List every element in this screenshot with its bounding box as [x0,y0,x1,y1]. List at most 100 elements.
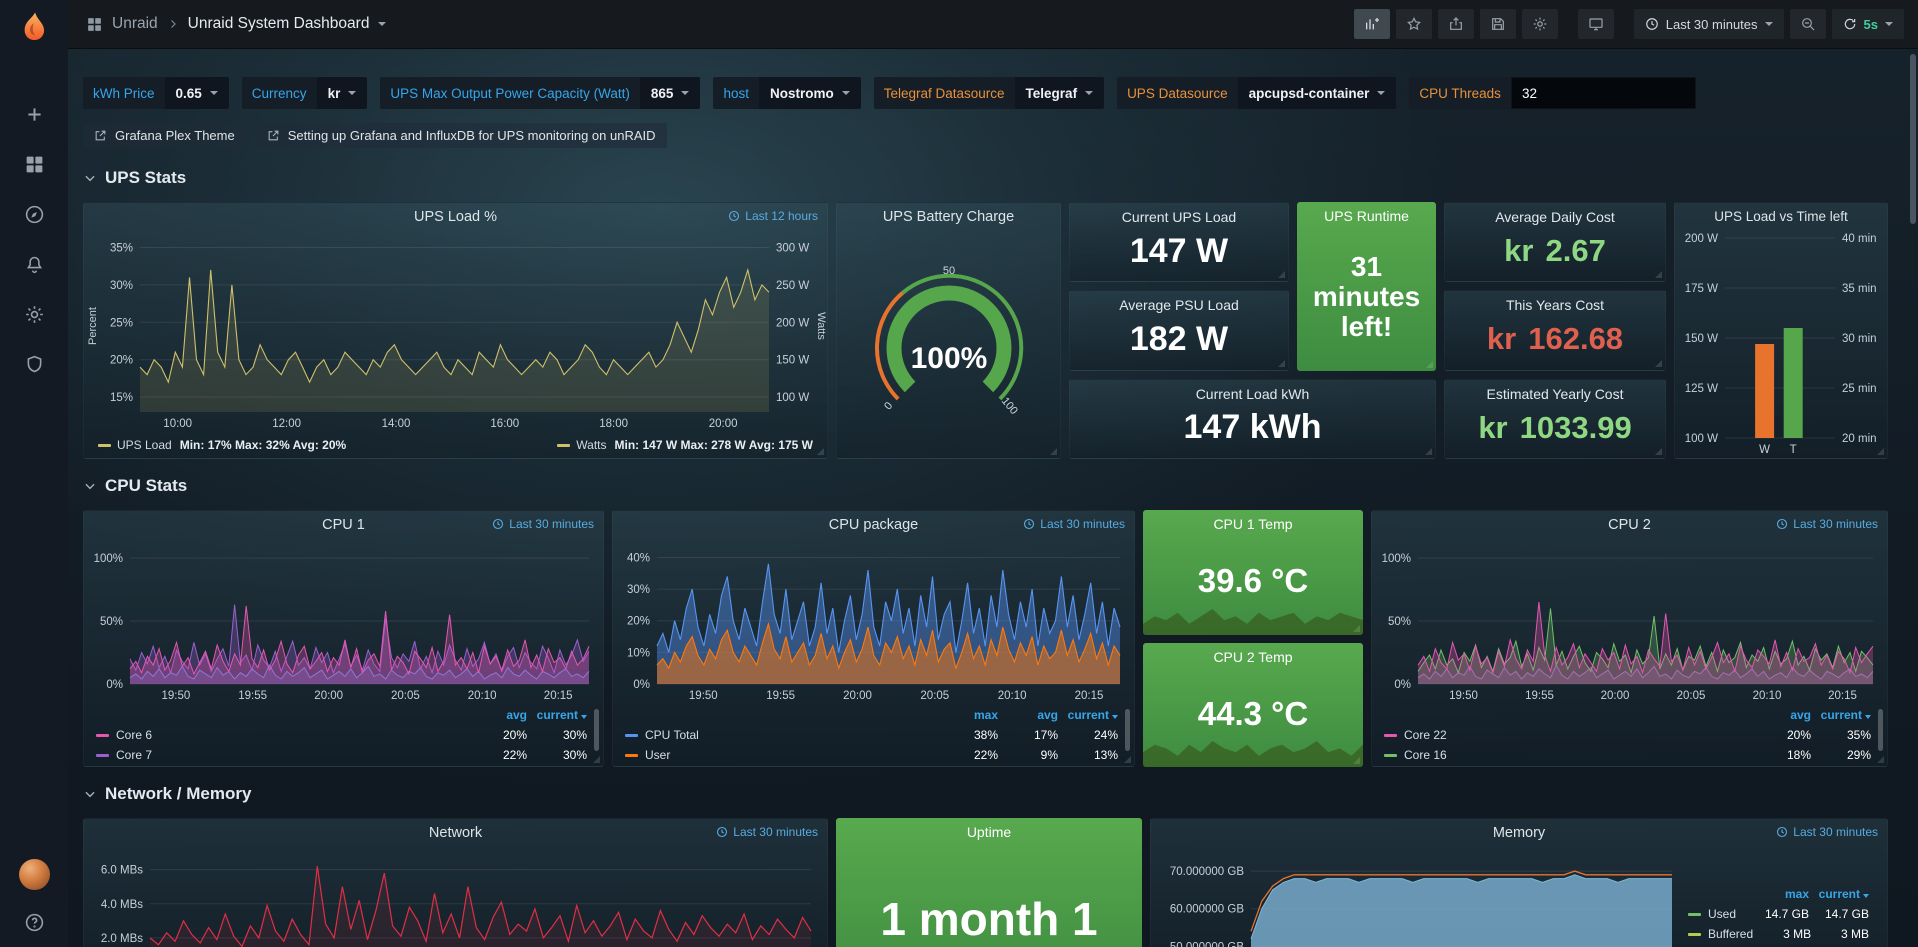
stat-title[interactable]: CPU 2 Temp [1143,649,1363,665]
cpu2-legend: avgcurrentCore 2220%35%Core 1618%29% [1372,704,1887,766]
star-button[interactable] [1396,9,1432,39]
stat-title[interactable]: Average PSU Load [1070,297,1288,313]
cpu2-chart[interactable]: 0%50%100%19:5019:5520:0020:0520:1020:15 [1372,538,1887,704]
variable-kwh-price-value[interactable]: 0.65 [165,77,229,109]
legend-column-current[interactable]: current [1809,887,1869,901]
panel-title[interactable]: Network [429,825,482,841]
legend-column-current[interactable]: current [1811,708,1871,722]
cpu-package-chart[interactable]: 0%10%20%30%40%19:5019:5520:0020:0520:102… [613,538,1134,704]
panel-title[interactable]: CPU package [829,517,918,533]
stat-title[interactable]: CPU 1 Temp [1143,516,1363,532]
variable-telegraf-datasource-value[interactable]: Telegraf [1015,77,1105,109]
zoom-out-button[interactable] [1790,9,1826,39]
share-button[interactable] [1438,9,1474,39]
breadcrumb: Unraid Unraid System Dashboard [86,15,386,33]
legend-column-avg[interactable]: avg [1751,708,1811,722]
panel-current-ups-load: Current UPS Load 147 W [1069,202,1289,282]
save-button[interactable] [1480,9,1516,39]
panel-header: CPU package Last 30 minutes [613,511,1134,538]
variable-cpu-threads: CPU Threads [1409,77,1696,109]
legend-column-avg[interactable]: avg [467,708,527,722]
stat-title[interactable]: UPS Runtime [1297,208,1436,224]
stat-title[interactable]: Estimated Yearly Cost [1445,386,1665,402]
dashboard-title[interactable]: Unraid System Dashboard [188,15,370,33]
section-ups-stats[interactable]: UPS Stats [83,165,1888,191]
legend-scrollbar[interactable] [594,709,599,751]
series-name[interactable]: Core 6 [96,728,467,742]
ups-load-chart[interactable]: 15%100 W20%150 W25%200 W30%250 W35%300 W… [84,230,827,432]
memory-chart[interactable]: 50.000000 GB60.000000 GB70.000000 GB [1151,846,1682,947]
refresh-picker[interactable]: 5s [1832,9,1904,39]
sidebar-alerting-button[interactable] [24,254,45,275]
sidebar-create-button[interactable] [24,104,45,125]
add-panel-button[interactable] [1354,9,1390,39]
cpu1-chart[interactable]: 0%50%100%19:5019:5520:0020:0520:1020:15 [84,538,603,704]
sidebar-help-button[interactable] [24,912,45,933]
series-name[interactable]: User [625,748,938,762]
sidebar-explore-button[interactable] [24,204,45,225]
share-icon [1448,16,1464,32]
chevron-down-icon[interactable] [378,22,386,26]
cycle-view-button[interactable] [1578,9,1614,39]
legend-column-max[interactable]: max [1749,887,1809,901]
variable-label: UPS Datasource [1117,77,1238,109]
section-network-memory[interactable]: Network / Memory [83,781,1888,807]
cpu-threads-input[interactable] [1511,77,1696,109]
legend-entry[interactable]: WattsMin: 147 W Max: 278 W Avg: 175 W [557,438,813,452]
stat-title[interactable]: This Years Cost [1445,297,1665,313]
memory-panel-body: 50.000000 GB60.000000 GB70.000000 GB max… [1151,846,1887,947]
main-area: Unraid Unraid System Dashboard [68,0,1918,947]
time-range-picker[interactable]: Last 30 minutes [1634,9,1784,39]
stat-title[interactable]: Uptime [836,824,1142,840]
sort-caret-icon [1865,715,1871,719]
series-name[interactable]: Core 7 [96,748,467,762]
panel-uptime: Uptime 1 month 1 [836,818,1142,947]
legend-entry[interactable]: UPS LoadMin: 17% Max: 32% Avg: 20% [98,438,346,452]
panel-title[interactable]: UPS Load % [414,209,497,225]
ups-load-vs-time-chart[interactable]: 100 W20 min125 W25 min150 W30 min175 W35… [1675,230,1887,458]
legend-column-max[interactable]: max [938,708,998,722]
svg-text:19:50: 19:50 [689,690,718,702]
sidebar-configuration-button[interactable] [24,304,45,325]
user-avatar[interactable] [19,859,50,890]
series-name[interactable]: Used [1688,907,1749,921]
series-name[interactable]: Core 16 [1384,748,1751,762]
legend-column-avg[interactable]: avg [998,708,1058,722]
stat-title[interactable]: Average Daily Cost [1445,209,1665,225]
stat-title[interactable]: Current Load kWh [1070,386,1435,402]
link-ups-monitoring-guide[interactable]: Setting up Grafana and InfluxDB for UPS … [256,123,667,148]
panel-title[interactable]: Memory [1493,825,1545,841]
section-cpu-stats[interactable]: CPU Stats [83,473,1888,499]
series-name[interactable]: Core 22 [1384,728,1751,742]
variable-ups-max-output-value[interactable]: 865 [640,77,701,109]
stat-value: 39.6 °C [1143,532,1363,635]
sidebar-admin-button[interactable] [24,354,45,375]
variable-currency-value[interactable]: kr [317,77,368,109]
apps-grid-icon[interactable] [86,16,103,33]
scrollbar-thumb[interactable] [1910,54,1916,224]
legend-scrollbar[interactable] [1125,709,1130,751]
panel-title[interactable]: UPS Battery Charge [883,209,1014,225]
link-grafana-plex-theme[interactable]: Grafana Plex Theme [83,123,246,148]
variable-host-value[interactable]: Nostromo [759,77,861,109]
panel-title[interactable]: UPS Load vs Time left [1714,209,1848,224]
series-name[interactable]: Buffered [1688,927,1753,941]
sidebar-dashboards-button[interactable] [24,154,45,175]
panel-title[interactable]: CPU 1 [322,517,365,533]
variable-ups-datasource-value[interactable]: apcupsd-container [1238,77,1397,109]
dashboard-settings-button[interactable] [1522,9,1558,39]
stat-value: kr1033.99 [1445,402,1665,458]
variable-ups-max-output: UPS Max Output Power Capacity (Watt) 865 [380,77,700,109]
legend-scrollbar[interactable] [1878,709,1883,751]
legend-column-current[interactable]: current [527,708,587,722]
stat-title[interactable]: Current UPS Load [1070,209,1288,225]
sort-caret-icon [1863,894,1869,898]
breadcrumb-app[interactable]: Unraid [112,15,158,33]
panel-title[interactable]: CPU 2 [1608,517,1651,533]
series-name[interactable]: CPU Total [625,728,938,742]
grafana-logo-icon[interactable] [15,10,53,48]
sort-caret-icon [581,715,587,719]
network-chart[interactable]: 2.0 MBs4.0 MBs6.0 MBs19:5019:5520:0020:0… [84,846,827,947]
legend-column-current[interactable]: current [1058,708,1118,722]
stat-value: 182 W [1070,313,1288,369]
